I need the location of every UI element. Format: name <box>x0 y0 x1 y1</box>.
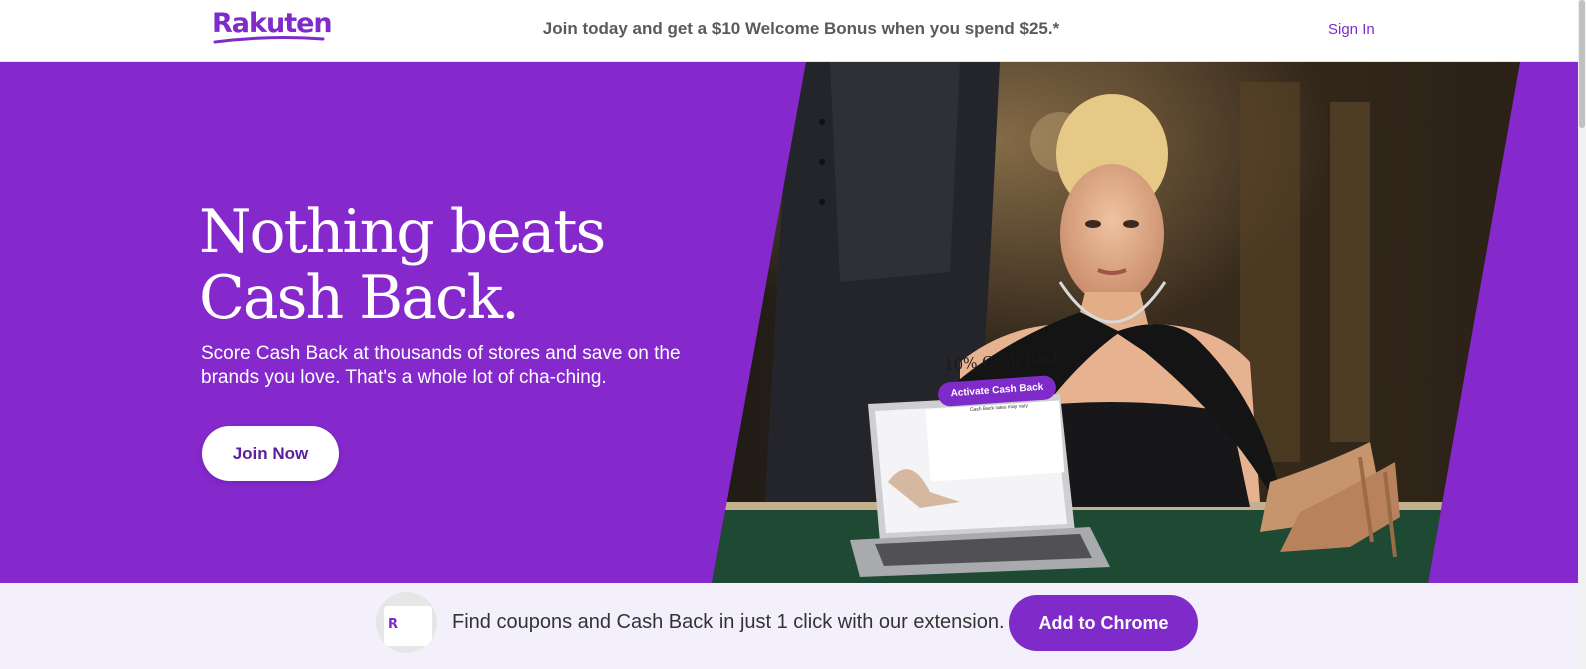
hero-subtitle: Score Cash Back at thousands of stores a… <box>201 343 681 388</box>
hero-title-line2: Cash Back. <box>199 263 520 333</box>
extension-promo-text: Find coupons and Cash Back in just 1 cli… <box>452 611 1005 633</box>
sign-in-link[interactable]: Sign In <box>1328 21 1375 38</box>
top-header: Rakuten Join today and get a $10 Welcome… <box>0 0 1578 62</box>
hero-banner: Nothing beats Cash Back. Score Cash Back… <box>0 62 1578 583</box>
join-now-button[interactable]: Join Now <box>202 426 339 481</box>
scrollbar-thumb[interactable] <box>1579 0 1585 128</box>
add-to-chrome-button[interactable]: Add to Chrome <box>1009 595 1198 651</box>
extension-r-icon: R <box>388 617 399 632</box>
hero-title-line1: Nothing beats <box>199 197 606 267</box>
extension-thumbnail: R <box>376 592 437 653</box>
hero-title: Nothing beats Cash Back. <box>199 197 606 333</box>
